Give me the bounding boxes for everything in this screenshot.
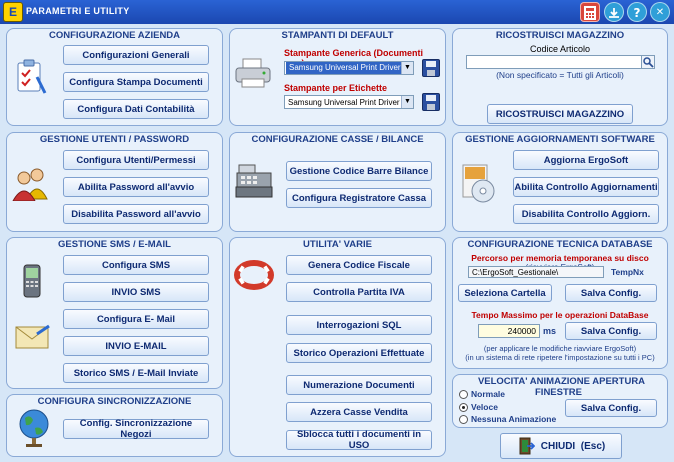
- calculator-icon[interactable]: [580, 2, 600, 22]
- window-title: PARAMETRI E UTILITY: [26, 6, 130, 16]
- chiudi-label: CHIUDI (Esc): [540, 440, 606, 452]
- config-sincronizzazione-button[interactable]: Config. Sincronizzazione Negozi: [63, 418, 209, 440]
- chiudi-button[interactable]: CHIUDI (Esc): [500, 433, 622, 459]
- panel-ricostruisci-magazzino: RICOSTRUISCI MAGAZZINO Codice Articolo (…: [452, 28, 668, 126]
- help-icon[interactable]: ?: [627, 2, 647, 22]
- radio-veloce[interactable]: [459, 403, 468, 412]
- stampante-generica-select[interactable]: Samsung Universal Print Driver 2 ▼: [284, 61, 414, 75]
- azzera-casse-vendita-button[interactable]: Azzera Casse Vendita: [286, 402, 432, 422]
- mobile-phone-icon: [23, 264, 41, 298]
- chevron-down-icon[interactable]: ▼: [401, 62, 413, 74]
- panel-stampanti-default: STAMPANTI DI DEFAULT Stampante Generica …: [229, 28, 446, 126]
- codice-articolo-input[interactable]: [466, 55, 642, 69]
- clipboard-checklist-icon: [17, 59, 47, 94]
- printer-icon: [235, 58, 271, 88]
- radio-normale-label: Normale: [471, 389, 506, 399]
- panel-utilita-varie: UTILITA' VARIE Genera Codice Fiscale Con…: [229, 237, 446, 457]
- envelope-icon: [15, 324, 50, 349]
- panel-velocita-animazione: VELOCITA' ANIMAZIONE APERTURA FINESTRE N…: [452, 374, 668, 428]
- storico-operazioni-button[interactable]: Storico Operazioni Effettuate: [286, 343, 432, 363]
- invio-email-button[interactable]: INVIO E-MAIL: [63, 336, 209, 356]
- panel-sincronizzazione: CONFIGURA SINCRONIZZAZIONE Config. Sincr…: [6, 394, 223, 457]
- radio-normale[interactable]: [459, 390, 468, 399]
- ricostruisci-magazzino-button[interactable]: RICOSTRUISCI MAGAZZINO: [487, 104, 633, 124]
- panel-configurazione-azienda: CONFIGURAZIONE AZIENDA Configurazioni Ge…: [6, 28, 223, 126]
- panel-title: STAMPANTI DI DEFAULT: [278, 30, 397, 41]
- radio-nessuna-label: Nessuna Animazione: [471, 414, 557, 424]
- gestione-codice-barre-button[interactable]: Gestione Codice Barre Bilance: [286, 161, 432, 181]
- configura-utenti-button[interactable]: Configura Utenti/Permessi: [63, 150, 209, 170]
- panel-title: CONFIGURAZIONE TECNICA DATABASE: [464, 239, 656, 250]
- cash-register-icon: [235, 164, 273, 198]
- configura-stampa-documenti-button[interactable]: Configura Stampa Documenti: [63, 72, 209, 92]
- configura-dati-contabilita-button[interactable]: Configura Dati Contabilità: [63, 99, 209, 119]
- seleziona-cartella-button[interactable]: Seleziona Cartella: [458, 284, 552, 302]
- abilita-controllo-aggiornamenti-button[interactable]: Abilita Controllo Aggiornamenti: [513, 177, 659, 197]
- salva-config-animazione-button[interactable]: Salva Config.: [565, 399, 657, 417]
- configurazioni-generali-button[interactable]: Configurazioni Generali: [63, 45, 209, 65]
- temp-suffix-label: TempNx: [611, 267, 644, 277]
- panel-title: CONFIGURA SINCRONIZZAZIONE: [34, 396, 195, 407]
- exit-door-icon: [519, 437, 535, 455]
- download-icon[interactable]: [604, 2, 624, 22]
- configura-registratore-button[interactable]: Configura Registratore Cassa: [286, 188, 432, 208]
- configura-sms-button[interactable]: Configura SMS: [63, 255, 209, 275]
- panel-title: CONFIGURAZIONE AZIENDA: [45, 30, 184, 41]
- timeout-label: Tempo Massimo per le operazioni DataBase: [471, 310, 649, 320]
- radio-nessuna[interactable]: [459, 415, 468, 424]
- database-note-1: (per applicare le modifiche riavviare Er…: [483, 344, 637, 353]
- panel-title: RICOSTRUISCI MAGAZZINO: [492, 30, 628, 41]
- panel-aggiornamenti: GESTIONE AGGIORNAMENTI SOFTWARE Aggiorna…: [452, 132, 668, 232]
- panel-title: GESTIONE SMS / E-MAIL: [55, 239, 174, 250]
- software-cd-icon: [462, 164, 495, 203]
- controlla-partita-iva-button[interactable]: Controlla Partita IVA: [286, 282, 432, 302]
- invio-sms-button[interactable]: INVIO SMS: [63, 282, 209, 302]
- save-floppy-icon[interactable]: [422, 59, 440, 77]
- disabilita-password-button[interactable]: Disabilita Password all'avvio: [63, 204, 209, 224]
- configura-email-button[interactable]: Configura E- Mail: [63, 309, 209, 329]
- timeout-unit: ms: [543, 326, 557, 336]
- storico-sms-email-button[interactable]: Storico SMS / E-Mail Inviate: [63, 363, 209, 383]
- numerazione-documenti-button[interactable]: Numerazione Documenti: [286, 375, 432, 395]
- timeout-input[interactable]: 240000: [478, 324, 540, 338]
- aggiorna-ergosoft-button[interactable]: Aggiorna ErgoSoft: [513, 150, 659, 170]
- stampante-etichette-label: Stampante per Etichette: [284, 83, 388, 93]
- save-floppy-icon[interactable]: [422, 93, 440, 111]
- panel-database: CONFIGURAZIONE TECNICA DATABASE Percorso…: [452, 237, 668, 369]
- salva-config-timeout-button[interactable]: Salva Config.: [565, 322, 657, 340]
- sblocca-documenti-button[interactable]: Sblocca tutti i documenti in USO: [286, 429, 432, 451]
- panel-title: UTILITA' VARIE: [300, 239, 375, 250]
- title-bar: E PARAMETRI E UTILITY ? ✕: [0, 0, 674, 24]
- search-icon[interactable]: [641, 55, 655, 69]
- codice-articolo-hint: (Non specificato = Tutti gli Articoli): [496, 70, 624, 80]
- temp-path-field: C:\ErgoSoft_Gestionale\: [468, 266, 604, 278]
- users-icon: [12, 168, 48, 201]
- globe-icon: [19, 409, 49, 447]
- panel-title: GESTIONE UTENTI / PASSWORD: [36, 134, 193, 145]
- genera-codice-fiscale-button[interactable]: Genera Codice Fiscale: [286, 255, 432, 275]
- close-icon[interactable]: ✕: [650, 2, 670, 22]
- panel-title: CONFIGURAZIONE CASSE / BILANCE: [248, 134, 427, 145]
- abilita-password-button[interactable]: Abilita Password all'avvio: [63, 177, 209, 197]
- database-note-2: (in un sistema di rete ripetere l'impost…: [465, 353, 655, 362]
- interrogazioni-sql-button[interactable]: Interrogazioni SQL: [286, 315, 432, 335]
- panel-sms-email: GESTIONE SMS / E-MAIL Configura SMS INVI…: [6, 237, 223, 389]
- chevron-down-icon[interactable]: ▼: [401, 96, 413, 108]
- salva-config-path-button[interactable]: Salva Config.: [565, 284, 657, 302]
- radio-veloce-label: Veloce: [471, 402, 498, 412]
- stampante-etichette-value: Samsung Universal Print Driver 2: [288, 97, 407, 107]
- panel-casse-bilance: CONFIGURAZIONE CASSE / BILANCE Gestione …: [229, 132, 446, 232]
- lifebuoy-icon: [234, 260, 274, 290]
- app-logo-icon: E: [3, 2, 23, 22]
- panel-gestione-utenti: GESTIONE UTENTI / PASSWORD Configura Ute…: [6, 132, 223, 232]
- panel-title: GESTIONE AGGIORNAMENTI SOFTWARE: [462, 134, 658, 145]
- temp-path-label: Percorso per memoria temporanea su disco: [471, 253, 649, 263]
- stampante-etichette-select[interactable]: Samsung Universal Print Driver 2 ▼: [284, 95, 414, 109]
- stampante-generica-value: Samsung Universal Print Driver 2: [286, 62, 411, 74]
- disabilita-controllo-aggiornamenti-button[interactable]: Disabilita Controllo Aggiorn.: [513, 204, 659, 224]
- codice-articolo-label: Codice Articolo: [529, 44, 591, 54]
